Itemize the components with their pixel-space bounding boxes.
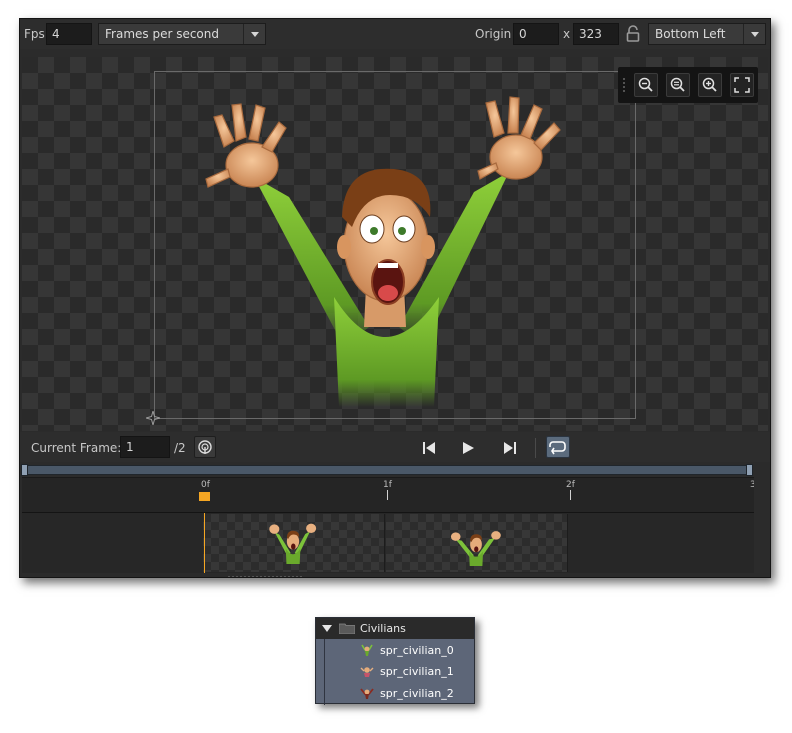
chevron-down-icon bbox=[751, 32, 759, 37]
origin-y-input[interactable]: 323 bbox=[573, 23, 619, 45]
origin-preset-select[interactable]: Bottom Left bbox=[648, 23, 766, 45]
sprite-toolbar: Fps 4 Frames per second Origin 0 x 323 B… bbox=[20, 19, 770, 49]
frames-track bbox=[22, 513, 754, 573]
zoom-out-icon[interactable] bbox=[634, 73, 658, 97]
tree-item-spr-civilian-2[interactable]: spr_civilian_2 bbox=[316, 683, 474, 704]
fps-mode-select[interactable]: Frames per second bbox=[98, 23, 266, 45]
range-end-handle[interactable] bbox=[746, 464, 753, 476]
timeline-range-slider[interactable] bbox=[21, 464, 753, 476]
play-icon[interactable] bbox=[457, 437, 479, 459]
loop-icon[interactable] bbox=[546, 436, 570, 458]
zoom-in-icon[interactable] bbox=[698, 73, 722, 97]
tree-item-spr-civilian-1[interactable]: spr_civilian_1 bbox=[316, 661, 474, 682]
tick-label: 1f bbox=[383, 480, 392, 490]
frame-0-sprite bbox=[269, 523, 317, 564]
tree-item-label: spr_civilian_0 bbox=[380, 644, 454, 657]
current-frame-input[interactable]: 1 bbox=[120, 436, 170, 458]
range-start-handle[interactable] bbox=[21, 464, 28, 476]
sprite-editor-window: Fps 4 Frames per second Origin 0 x 323 B… bbox=[19, 18, 771, 578]
tree-item-label: spr_civilian_1 bbox=[380, 665, 454, 678]
origin-label: Origin bbox=[475, 27, 512, 41]
fit-to-screen-icon[interactable] bbox=[730, 73, 754, 97]
civilian-sprite bbox=[205, 96, 561, 407]
frame-thumbnail-0[interactable] bbox=[203, 514, 385, 572]
folder-label: Civilians bbox=[360, 622, 406, 635]
fps-label: Fps bbox=[24, 27, 45, 41]
skip-to-end-icon[interactable] bbox=[499, 437, 521, 459]
tree-item-label: spr_civilian_2 bbox=[380, 687, 454, 700]
sprite-icon bbox=[360, 644, 374, 657]
onion-skin-icon[interactable] bbox=[194, 436, 216, 458]
chevron-down-icon bbox=[251, 32, 259, 37]
controls-divider bbox=[535, 438, 536, 458]
playback-controls: Current Frame: 1 /2 bbox=[20, 432, 770, 462]
fps-mode-dropdown-arrow[interactable] bbox=[243, 24, 265, 44]
playhead-handle[interactable] bbox=[199, 492, 210, 501]
timeline-ruler[interactable]: 0f 1f 2f 3 bbox=[22, 477, 756, 513]
sprite-icon bbox=[360, 687, 374, 700]
frame-1-sprite bbox=[450, 531, 501, 566]
tree-folder-row[interactable]: Civilians bbox=[316, 618, 474, 639]
fps-mode-value: Frames per second bbox=[105, 27, 219, 41]
timeline-scrollbar[interactable] bbox=[754, 477, 770, 575]
origin-x-input[interactable]: 0 bbox=[513, 23, 559, 45]
frame-thumbnail-1[interactable] bbox=[386, 514, 568, 572]
unlock-icon[interactable] bbox=[624, 24, 642, 44]
sprite-icon bbox=[360, 665, 374, 678]
fps-input[interactable]: 4 bbox=[46, 23, 92, 45]
zoom-reset-icon[interactable] bbox=[666, 73, 690, 97]
expand-arrow-icon[interactable] bbox=[322, 625, 332, 632]
tree-item-spr-civilian-0[interactable]: spr_civilian_0 bbox=[316, 640, 474, 661]
playhead-line bbox=[204, 513, 205, 573]
resize-grip[interactable] bbox=[227, 575, 303, 577]
frame-total: /2 bbox=[174, 441, 186, 455]
sprite-canvas[interactable] bbox=[22, 57, 768, 431]
current-frame-label: Current Frame: bbox=[31, 441, 122, 455]
folder-icon bbox=[338, 623, 356, 635]
origin-preset-value: Bottom Left bbox=[655, 27, 726, 41]
skip-to-start-icon[interactable] bbox=[418, 437, 440, 459]
zoom-toolbar bbox=[618, 67, 758, 103]
track-left-edge bbox=[20, 477, 22, 577]
tick-mark bbox=[387, 490, 388, 500]
origin-separator: x bbox=[563, 27, 571, 41]
tick-mark bbox=[570, 490, 571, 500]
origin-preset-dropdown-arrow[interactable] bbox=[743, 24, 765, 44]
toolbar-grip[interactable] bbox=[622, 77, 626, 93]
asset-browser-tree: Civilians spr_civilian_0 spr_civilian_1 … bbox=[315, 617, 475, 705]
origin-marker-icon[interactable] bbox=[144, 409, 162, 427]
tick-label: 2f bbox=[566, 480, 575, 490]
tick-label: 0f bbox=[201, 480, 210, 490]
